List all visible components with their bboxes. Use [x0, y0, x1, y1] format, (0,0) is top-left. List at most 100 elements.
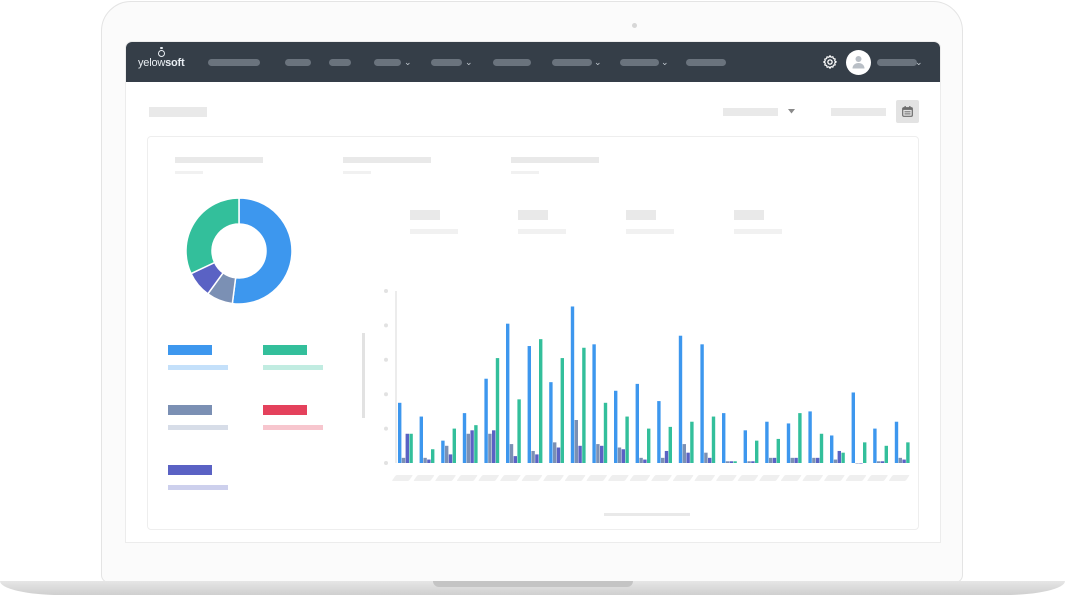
- avatar[interactable]: [846, 50, 871, 75]
- stat-label-1: [175, 157, 263, 163]
- bar-s2-c9: [574, 420, 578, 463]
- nav-item-6[interactable]: [493, 59, 531, 66]
- brand-logo[interactable]: yelowsoft: [138, 57, 185, 69]
- user-menu-name[interactable]: [877, 59, 917, 66]
- period-select[interactable]: [723, 108, 778, 116]
- bar-s3-c2: [427, 459, 431, 463]
- y-tick: [384, 426, 388, 431]
- x-tick-label: [586, 475, 607, 481]
- x-tick-label: [824, 475, 845, 481]
- y-tick: [384, 357, 388, 362]
- legend-label-indigo: [168, 485, 228, 490]
- chart-scrollbar[interactable]: [604, 513, 690, 516]
- bar-s4-c22: [863, 442, 867, 463]
- x-tick-label: [737, 475, 759, 481]
- caret-down-icon: [788, 109, 795, 114]
- kpi-value-3: [626, 210, 656, 220]
- bar-s1-c13: [657, 401, 661, 463]
- x-tick-label: [716, 475, 737, 481]
- y-tick: [384, 461, 388, 465]
- bar-s2-c4: [466, 433, 470, 463]
- kpi-label-1: [410, 229, 458, 234]
- bar-s1-c22: [851, 392, 855, 463]
- bar-s1-c21: [830, 435, 834, 463]
- bar-s3-c14: [686, 452, 690, 463]
- bar-s1-c7: [527, 346, 531, 463]
- kpi-value-4: [734, 210, 764, 220]
- nav-item-8[interactable]: [620, 59, 659, 66]
- bar-s1-c3: [441, 440, 445, 463]
- legend-label-blue: [168, 365, 228, 370]
- x-tick-label: [781, 475, 802, 481]
- nav-item-1[interactable]: [208, 59, 260, 66]
- x-tick-label: [500, 475, 521, 481]
- bar-s2-c13: [661, 457, 665, 463]
- bar-s4-c3: [452, 428, 456, 463]
- x-tick-label: [651, 475, 672, 481]
- kpi-value-1: [410, 210, 440, 220]
- bar-s3-c12: [643, 459, 647, 463]
- legend-swatch-red: [263, 405, 307, 415]
- kpi-value-2: [518, 210, 548, 220]
- x-tick-label: [694, 475, 715, 481]
- app-screen: yelowsoft ⌄ ⌄ ⌄ ⌄ ⌄: [126, 42, 940, 542]
- bar-s4-c21: [841, 452, 845, 463]
- stat-label-3: [511, 157, 599, 163]
- bar-s3-c17: [751, 461, 755, 463]
- x-tick-label: [867, 475, 888, 481]
- kpi-label-4: [734, 229, 782, 234]
- bar-s1-c2: [419, 416, 423, 463]
- bar-s2-c10: [596, 444, 600, 463]
- bar-s2-c8: [553, 442, 557, 463]
- bar-s3-c1: [405, 433, 409, 463]
- webcam: [632, 23, 637, 28]
- legend-swatch-blue: [168, 345, 212, 355]
- laptop-notch: [433, 581, 633, 587]
- bar-s4-c19: [798, 413, 802, 463]
- bar-s3-c7: [535, 454, 539, 463]
- logo-icon: [158, 47, 165, 57]
- bar-s1-c1: [398, 402, 402, 463]
- bar-s2-c6: [509, 444, 514, 463]
- bar-s3-c19: [794, 457, 798, 463]
- calendar-button[interactable]: [896, 100, 919, 123]
- nav-item-5[interactable]: [431, 59, 462, 66]
- x-tick-label: [608, 475, 629, 481]
- bar-s1-c17: [743, 430, 747, 463]
- x-tick-label: [521, 475, 543, 481]
- bar-s3-c11: [621, 449, 625, 463]
- bar-s1-c14: [678, 335, 683, 463]
- date-range-field[interactable]: [831, 108, 886, 116]
- bar-s3-c10: [600, 445, 604, 463]
- bar-s4-c5: [495, 358, 500, 463]
- nav-item-2[interactable]: [285, 59, 311, 66]
- bar-s4-c8: [560, 358, 564, 463]
- bar-s2-c1: [401, 457, 406, 463]
- gear-icon[interactable]: [822, 54, 838, 70]
- kpi-label-3: [626, 229, 674, 234]
- brand-light: yelow: [138, 57, 166, 69]
- stat-label-2: [343, 157, 431, 163]
- nav-item-3[interactable]: [329, 59, 351, 66]
- bar-s2-c24: [898, 457, 902, 463]
- stat-value-3: [511, 171, 539, 174]
- bar-s2-c21: [833, 459, 838, 463]
- bar-s4-c18: [776, 438, 780, 463]
- bar-s4-c7: [539, 339, 543, 463]
- nav-item-4[interactable]: [374, 59, 401, 66]
- bar-s3-c9: [578, 445, 582, 463]
- bar-s4-c12: [647, 428, 651, 463]
- bar-s3-c20: [816, 457, 820, 463]
- kpi-label-2: [518, 229, 566, 234]
- bar-s2-c18: [769, 457, 773, 463]
- donut-slice-1: [231, 197, 293, 305]
- y-tick: [384, 289, 388, 293]
- stat-value-2: [343, 171, 371, 174]
- y-tick: [384, 392, 388, 397]
- bar-s1-c8: [549, 382, 553, 463]
- nav-item-9[interactable]: [686, 59, 726, 66]
- bar-s1-c4: [462, 413, 467, 463]
- bar-s4-c10: [603, 402, 608, 463]
- nav-item-7[interactable]: [552, 59, 592, 66]
- bar-s1-c5: [484, 378, 488, 463]
